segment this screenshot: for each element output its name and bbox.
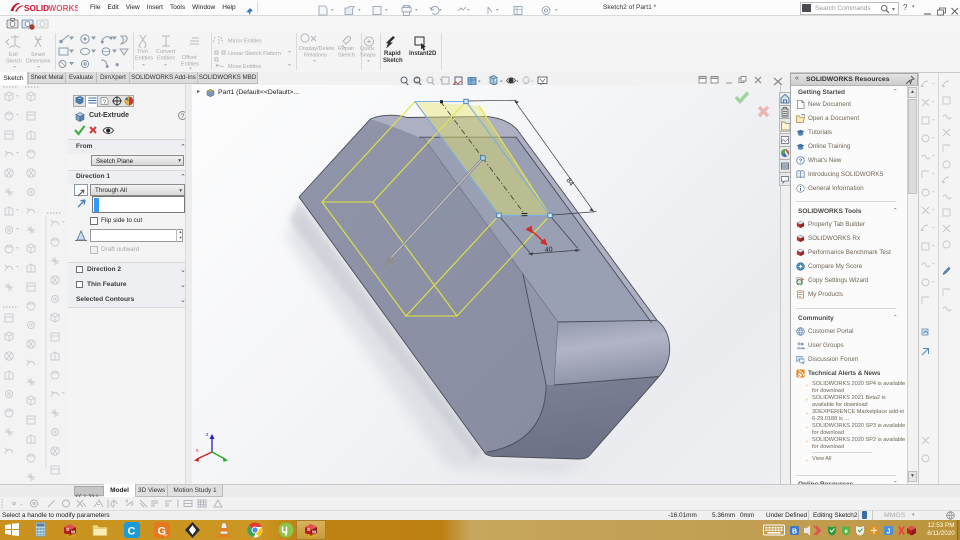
svg-text:Snaps: Snaps [360, 53, 376, 59]
svg-text:Exit: Exit [9, 52, 18, 58]
svg-text:Sketch: Sketch [383, 58, 403, 64]
svg-text:Dimension: Dimension [26, 59, 51, 65]
svg-text:B: B [792, 529, 797, 536]
svg-text:2016: 2016 [308, 534, 316, 538]
svg-text:Instant2D: Instant2D [409, 51, 437, 57]
svg-text:Relations: Relations [304, 53, 327, 59]
svg-text:S: S [307, 527, 310, 532]
svg-text:WORKS: WORKS [49, 4, 79, 13]
svg-text:Move Entities: Move Entities [228, 64, 261, 70]
svg-text:Sketch: Sketch [6, 59, 22, 65]
svg-text:*: * [116, 64, 119, 70]
svg-text:np: np [163, 532, 168, 537]
svg-text:Quick: Quick [360, 46, 374, 52]
svg-text:40: 40 [545, 246, 553, 254]
svg-text:Display/Delete: Display/Delete [299, 46, 334, 52]
svg-text:C: C [128, 526, 136, 538]
svg-text:Sketch: Sketch [338, 53, 355, 59]
svg-text:?: ? [103, 99, 107, 106]
svg-text:Rapid: Rapid [384, 51, 401, 57]
svg-text:Trim: Trim [137, 49, 148, 55]
svg-text:x: x [196, 448, 199, 454]
svg-text:Repair: Repair [338, 46, 354, 52]
svg-text:J: J [887, 529, 891, 536]
svg-text:Offset: Offset [182, 55, 197, 61]
svg-text:Mirror Entities: Mirror Entities [228, 39, 262, 45]
svg-text:Entities: Entities [157, 56, 175, 62]
svg-text:SOLID: SOLID [24, 4, 49, 13]
svg-text:Entities: Entities [181, 62, 199, 68]
svg-text:?: ? [799, 159, 803, 165]
svg-text:S: S [66, 527, 69, 532]
svg-text:Convert: Convert [156, 49, 176, 55]
svg-text:84: 84 [564, 177, 574, 188]
svg-text:z: z [206, 432, 209, 438]
svg-text:2016: 2016 [67, 534, 75, 538]
svg-text:Linear Sketch Pattern: Linear Sketch Pattern [228, 51, 281, 57]
svg-text:Entities: Entities [135, 56, 153, 62]
svg-text:Smart: Smart [31, 52, 45, 58]
